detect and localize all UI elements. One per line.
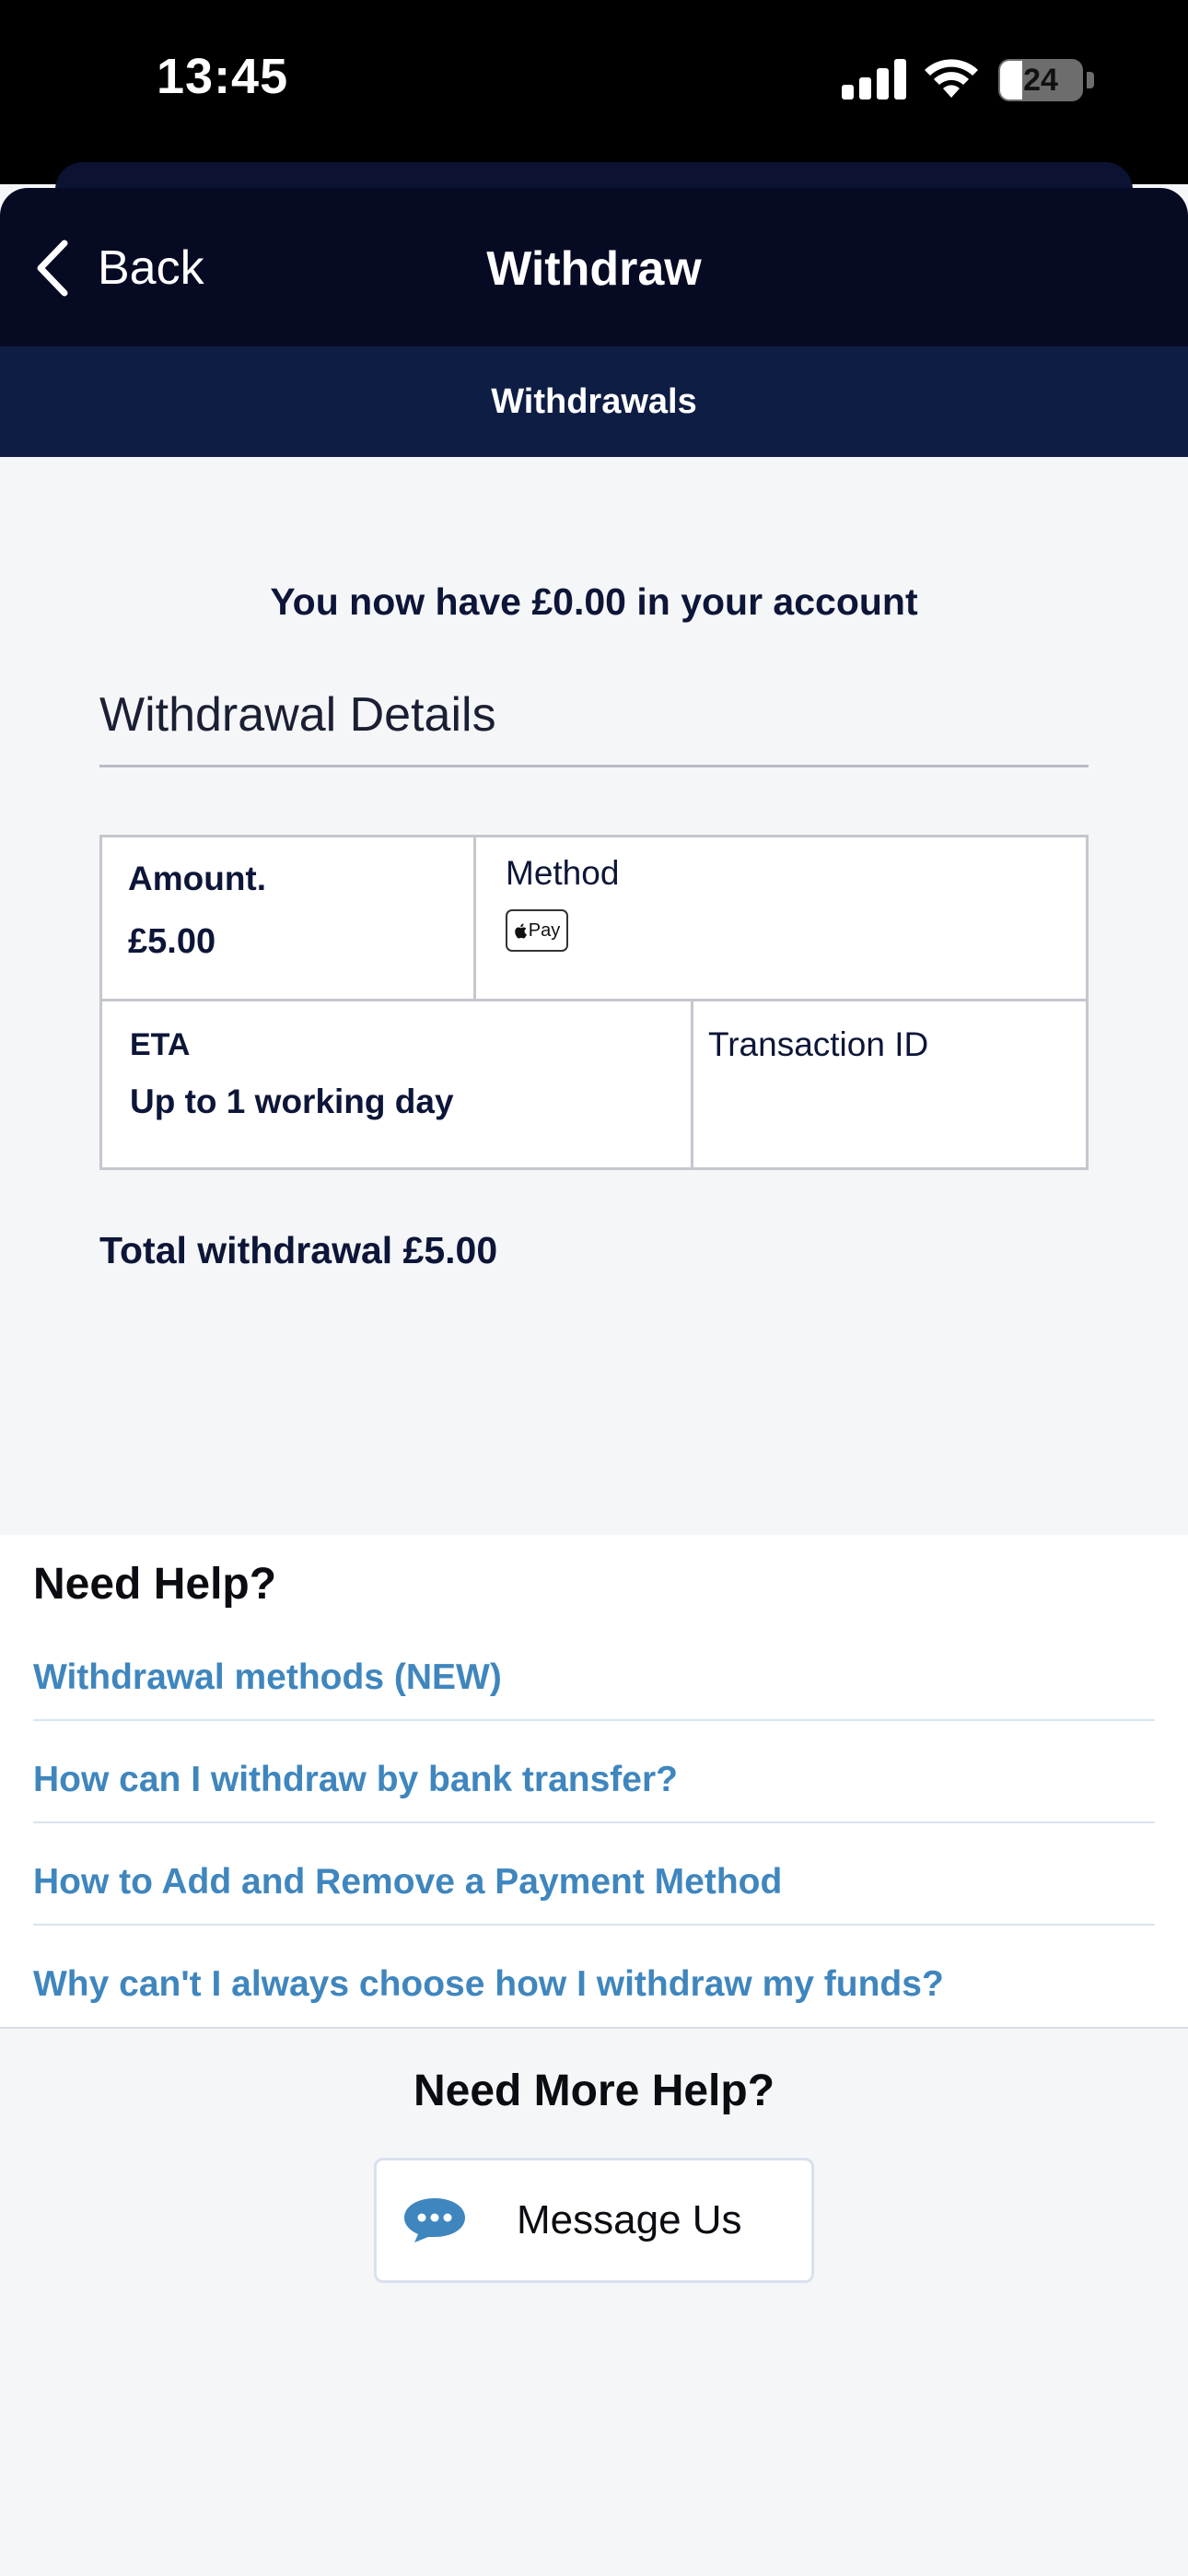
chat-bubble-icon <box>404 2198 465 2242</box>
more-help-heading: Need More Help? <box>413 2067 775 2115</box>
battery-icon: 24 <box>998 59 1083 101</box>
chevron-left-icon <box>37 240 68 297</box>
subnav-bar: Withdrawals <box>0 346 1188 457</box>
method-label: Method <box>506 854 620 892</box>
tab-withdrawals[interactable]: Withdrawals <box>491 382 696 422</box>
withdrawal-details-table: Amount. £5.00 Method Pay ETA Up to 1 wor… <box>99 835 1089 1170</box>
balance-message: You now have £0.00 in your account <box>270 580 918 623</box>
method-cell: Method Pay <box>476 837 1086 1001</box>
battery-tip <box>1087 72 1094 88</box>
amount-cell: Amount. £5.00 <box>102 837 476 1001</box>
apple-pay-icon: Pay <box>506 909 568 952</box>
help-divider <box>33 1821 1155 1823</box>
eta-label: ETA <box>130 1027 191 1062</box>
apple-pay-label: Pay <box>528 919 561 941</box>
battery-level: 24 <box>1023 63 1058 98</box>
help-link-bank-transfer[interactable]: How can I withdraw by bank transfer? <box>33 1729 1155 1831</box>
help-link-withdrawal-methods[interactable]: Withdrawal methods (NEW) <box>33 1627 1155 1728</box>
transaction-id-label: Transaction ID <box>708 1025 929 1063</box>
cellular-signal-icon <box>842 59 906 100</box>
status-bar: 13:45 24 <box>0 0 1188 184</box>
message-us-label: Message Us <box>517 2197 742 2242</box>
help-section: Need Help? Withdrawal methods (NEW) How … <box>0 1535 1188 2029</box>
wifi-icon <box>925 59 978 98</box>
eta-cell: ETA Up to 1 working day <box>102 1001 693 1167</box>
back-label: Back <box>98 241 204 295</box>
help-divider <box>33 1719 1155 1721</box>
eta-value: Up to 1 working day <box>130 1083 454 1120</box>
help-divider <box>33 1924 1155 1926</box>
total-withdrawal: Total withdrawal £5.00 <box>99 1229 498 1271</box>
transaction-id-cell: Transaction ID <box>693 1001 1086 1167</box>
amount-value: £5.00 <box>128 922 216 961</box>
details-divider <box>99 765 1089 767</box>
help-link-payment-method[interactable]: How to Add and Remove a Payment Method <box>33 1832 1155 1933</box>
details-heading: Withdrawal Details <box>99 688 496 742</box>
status-time: 13:45 <box>157 49 289 104</box>
help-heading: Need Help? <box>33 1560 277 1609</box>
message-us-button[interactable]: Message Us <box>374 2158 814 2283</box>
amount-label: Amount. <box>128 860 267 897</box>
help-link-choose-withdraw[interactable]: Why can't I always choose how I withdraw… <box>33 1934 1155 2035</box>
back-button[interactable]: Back <box>33 234 204 302</box>
